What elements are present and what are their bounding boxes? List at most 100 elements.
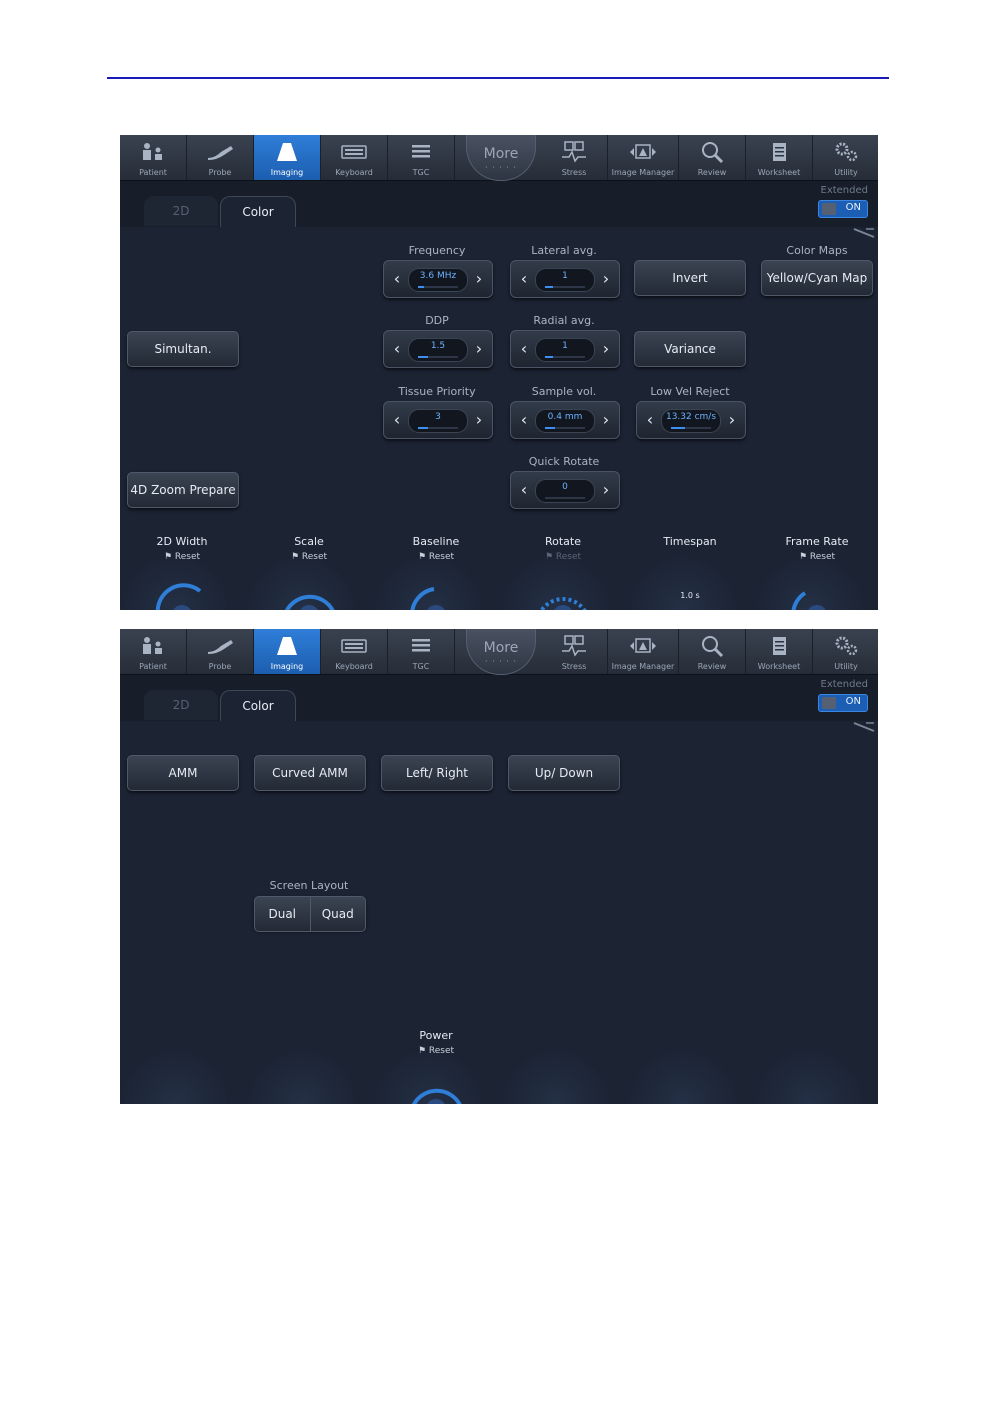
toolbar-more-button[interactable]: More · · · · · — [466, 629, 536, 675]
toolbar-utility[interactable]: Utility — [813, 135, 878, 180]
knob-2d-width-reset[interactable]: ⚑ Reset — [127, 552, 237, 562]
toolbar-image-manager[interactable]: Image Manager — [608, 629, 679, 674]
increase-arrow-icon[interactable]: › — [721, 402, 743, 438]
tab-color[interactable]: Color — [220, 196, 296, 227]
extended-toggle[interactable]: ON — [818, 200, 868, 218]
increase-arrow-icon[interactable]: › — [595, 261, 617, 297]
increase-arrow-icon[interactable]: › — [468, 331, 490, 367]
toolbar-review[interactable]: Review — [679, 135, 746, 180]
decrease-arrow-icon[interactable]: ‹ — [386, 261, 408, 297]
increase-arrow-icon[interactable]: › — [468, 261, 490, 297]
decrease-arrow-icon[interactable]: ‹ — [639, 402, 661, 438]
toolbar-tgc[interactable]: TGC — [388, 135, 455, 180]
decrease-arrow-icon[interactable]: ‹ — [513, 331, 535, 367]
knob-scale-reset[interactable]: ⚑ Reset — [254, 552, 364, 562]
knob-timespan[interactable] — [658, 575, 722, 610]
lateral-avg-stepper[interactable]: ‹ 1 › — [510, 260, 620, 298]
stress-icon — [562, 141, 586, 163]
toolbar-stress[interactable]: Stress — [541, 135, 608, 180]
knob-power[interactable] — [404, 1069, 468, 1104]
decrease-arrow-icon[interactable]: ‹ — [513, 402, 535, 438]
toolbar-label: TGC — [412, 168, 430, 177]
toolbar-imaging[interactable]: Imaging — [254, 135, 321, 180]
simultan-button[interactable]: Simultan. — [127, 331, 239, 367]
reset-label: Reset — [809, 552, 836, 562]
knob-baseline-reset[interactable]: ⚑ Reset — [381, 552, 491, 562]
knob-power-reset[interactable]: ⚑ Reset — [381, 1046, 491, 1056]
level-fill — [418, 286, 424, 288]
value-display: 13.32 cm/s — [661, 409, 721, 433]
decrease-arrow-icon[interactable]: ‹ — [513, 261, 535, 297]
increase-arrow-icon[interactable]: › — [595, 402, 617, 438]
radial-avg-stepper[interactable]: ‹ 1 › — [510, 330, 620, 368]
toolbar-patient[interactable]: Patient — [120, 629, 187, 674]
decrease-arrow-icon[interactable]: ‹ — [386, 402, 408, 438]
increase-arrow-icon[interactable]: › — [595, 472, 617, 508]
tgc-icon — [412, 145, 430, 158]
toolbar-label: Stress — [561, 662, 587, 671]
toolbar-patient[interactable]: Patient — [120, 135, 187, 180]
quad-button[interactable]: Quad — [310, 896, 366, 932]
low-vel-reject-stepper[interactable]: ‹ 13.32 cm/s › — [636, 401, 746, 439]
knob-scale[interactable] — [277, 575, 341, 610]
increase-arrow-icon[interactable]: › — [468, 402, 490, 438]
dual-button[interactable]: Dual — [254, 896, 311, 932]
4d-zoom-prepare-button[interactable]: 4D Zoom Prepare — [127, 472, 239, 508]
left-right-button[interactable]: Left/ Right — [381, 755, 493, 791]
knob-baseline[interactable] — [404, 575, 468, 610]
keyboard-icon — [341, 639, 367, 653]
extended-toggle[interactable]: ON — [818, 694, 868, 712]
knob-baseline-label: Baseline — [412, 535, 460, 548]
toolbar-probe[interactable]: Probe — [187, 629, 254, 674]
knob-power-label: Power — [419, 1029, 453, 1042]
screen-layout-selector: Dual Quad — [254, 896, 366, 932]
ddp-stepper[interactable]: ‹ 1.5 › — [383, 330, 493, 368]
panel-resize-icon[interactable] — [852, 227, 876, 239]
level-bar — [545, 497, 585, 499]
toolbar-worksheet[interactable]: Worksheet — [746, 135, 813, 180]
invert-button[interactable]: Invert — [634, 260, 746, 296]
quick-rotate-stepper[interactable]: ‹ 0 › — [510, 471, 620, 509]
level-fill — [545, 356, 553, 358]
amm-button[interactable]: AMM — [127, 755, 239, 791]
toolbar-keyboard[interactable]: Keyboard — [321, 135, 388, 180]
yellow-cyan-map-button[interactable]: Yellow/Cyan Map — [761, 260, 873, 296]
level-bar — [545, 427, 585, 429]
level-bar — [418, 286, 458, 288]
toolbar-worksheet[interactable]: Worksheet — [746, 629, 813, 674]
toolbar-keyboard[interactable]: Keyboard — [321, 629, 388, 674]
decrease-arrow-icon[interactable]: ‹ — [513, 472, 535, 508]
image-manager-icon — [630, 638, 656, 653]
toolbar-image-manager[interactable]: Image Manager — [608, 135, 679, 180]
increase-arrow-icon[interactable]: › — [595, 331, 617, 367]
background-glow — [120, 1049, 230, 1104]
toolbar-imaging[interactable]: Imaging — [254, 629, 321, 674]
toolbar-label: TGC — [412, 662, 430, 671]
up-down-button[interactable]: Up/ Down — [508, 755, 620, 791]
sample-vol-stepper[interactable]: ‹ 0.4 mm › — [510, 401, 620, 439]
toolbar-more-button[interactable]: More · · · · · — [466, 135, 536, 181]
knob-frame-rate[interactable] — [785, 575, 849, 610]
knob-rotate[interactable] — [531, 575, 595, 610]
decrease-arrow-icon[interactable]: ‹ — [386, 331, 408, 367]
knob-frame-rate-reset[interactable]: ⚑ Reset — [762, 552, 872, 562]
variance-button[interactable]: Variance — [634, 331, 746, 367]
tissue-priority-stepper[interactable]: ‹ 3 › — [383, 401, 493, 439]
stress-icon — [562, 635, 586, 657]
frequency-stepper[interactable]: ‹ 3.6 MHz › — [383, 260, 493, 298]
tab-2d[interactable]: 2D — [144, 690, 218, 720]
value-display: 1 — [535, 268, 595, 292]
knob-2d-width[interactable] — [150, 575, 214, 610]
toolbar-tgc[interactable]: TGC — [388, 629, 455, 674]
background-glow — [755, 1049, 865, 1104]
tab-color[interactable]: Color — [220, 690, 296, 721]
toolbar-probe[interactable]: Probe — [187, 135, 254, 180]
toolbar-label: Keyboard — [335, 168, 373, 177]
toolbar-review[interactable]: Review — [679, 629, 746, 674]
reset-label: Reset — [555, 552, 582, 562]
tab-2d[interactable]: 2D — [144, 196, 218, 226]
panel-resize-icon[interactable] — [852, 721, 876, 733]
curved-amm-button[interactable]: Curved AMM — [254, 755, 366, 791]
toolbar-utility[interactable]: Utility — [813, 629, 878, 674]
toolbar-stress[interactable]: Stress — [541, 629, 608, 674]
